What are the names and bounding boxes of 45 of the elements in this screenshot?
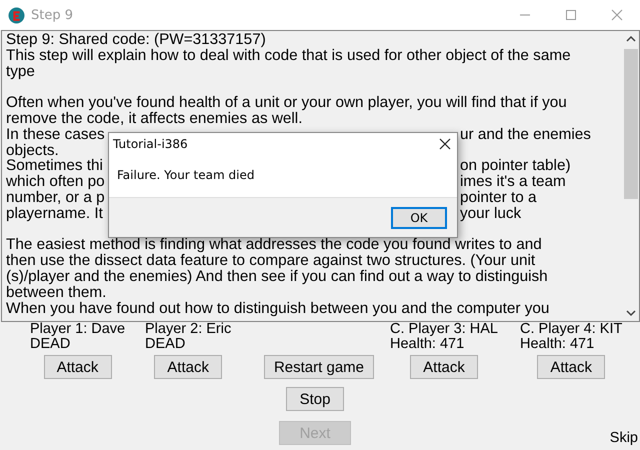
player-status: Health: 471 [520, 337, 594, 352]
skip-link[interactable]: Skip [610, 430, 638, 446]
text-line: playername. It [6, 206, 103, 222]
text-line: When you have found out how to distinguish between you and the computer you [6, 300, 550, 316]
dialog-title: Tutorial-i386 [113, 137, 188, 151]
text-line: Often when you've found health of a unit or your own player, you will find that if you [6, 95, 567, 111]
attack-button[interactable]: Attack [537, 355, 606, 379]
text-line: Sometimes thi [6, 158, 103, 174]
close-icon[interactable] [439, 138, 451, 150]
text-line: ur and the enemies [460, 126, 591, 143]
restart-button[interactable]: Restart game [264, 355, 374, 379]
text-line: imes it's a team [460, 174, 566, 190]
player-name: C. Player 3: HAL [390, 322, 498, 337]
text-line: In these cases [6, 126, 105, 143]
scroll-up-icon[interactable] [626, 34, 636, 44]
text-line: your luck [460, 206, 522, 222]
text-line: objects. [6, 142, 59, 158]
text-line: (s)/player and the enemies) And then see if you can find out a way to distinguish [6, 268, 548, 285]
player-name: Player 2: Eric [145, 322, 232, 337]
text-line: number, or a p [6, 190, 105, 206]
app-logo-icon [8, 6, 25, 24]
player-name: C. Player 4: KIT [520, 322, 622, 337]
player-status: DEAD [145, 337, 186, 352]
window-title: Step 9 [31, 8, 74, 22]
text-line: The easiest method is finding what addresses the code you found writes to and [6, 237, 542, 254]
text-line: Step 9: Shared code: (PW=31337157) [6, 32, 266, 48]
player-status: Health: 471 [390, 337, 464, 352]
attack-button[interactable]: Attack [410, 355, 478, 379]
scroll-down-icon[interactable] [626, 308, 636, 318]
attack-button[interactable]: Attack [44, 355, 112, 379]
text-line: which often po [6, 174, 105, 190]
text-line: then use the dissect data feature to compare against two structures. (Your unit [6, 253, 536, 269]
text-line: on pointer table) [460, 158, 571, 174]
text-line: pointer to a [460, 190, 537, 206]
scrollbar-thumb[interactable] [624, 49, 638, 199]
text-line: type [6, 64, 35, 80]
dialog-message: Failure. Your team died [116, 167, 256, 184]
ok-button[interactable]: OK [391, 206, 447, 228]
text-line: This step will explain how to deal with code that is used for other object of the same [6, 48, 571, 64]
stop-button[interactable]: Stop [286, 387, 344, 411]
text-line: between them. [6, 284, 106, 301]
text-line: remove the code, it affects enemies as well. [6, 110, 302, 127]
player-status: DEAD [30, 337, 70, 352]
attack-button[interactable]: Attack [154, 355, 222, 379]
player-name: Player 1: Dave [30, 322, 126, 337]
